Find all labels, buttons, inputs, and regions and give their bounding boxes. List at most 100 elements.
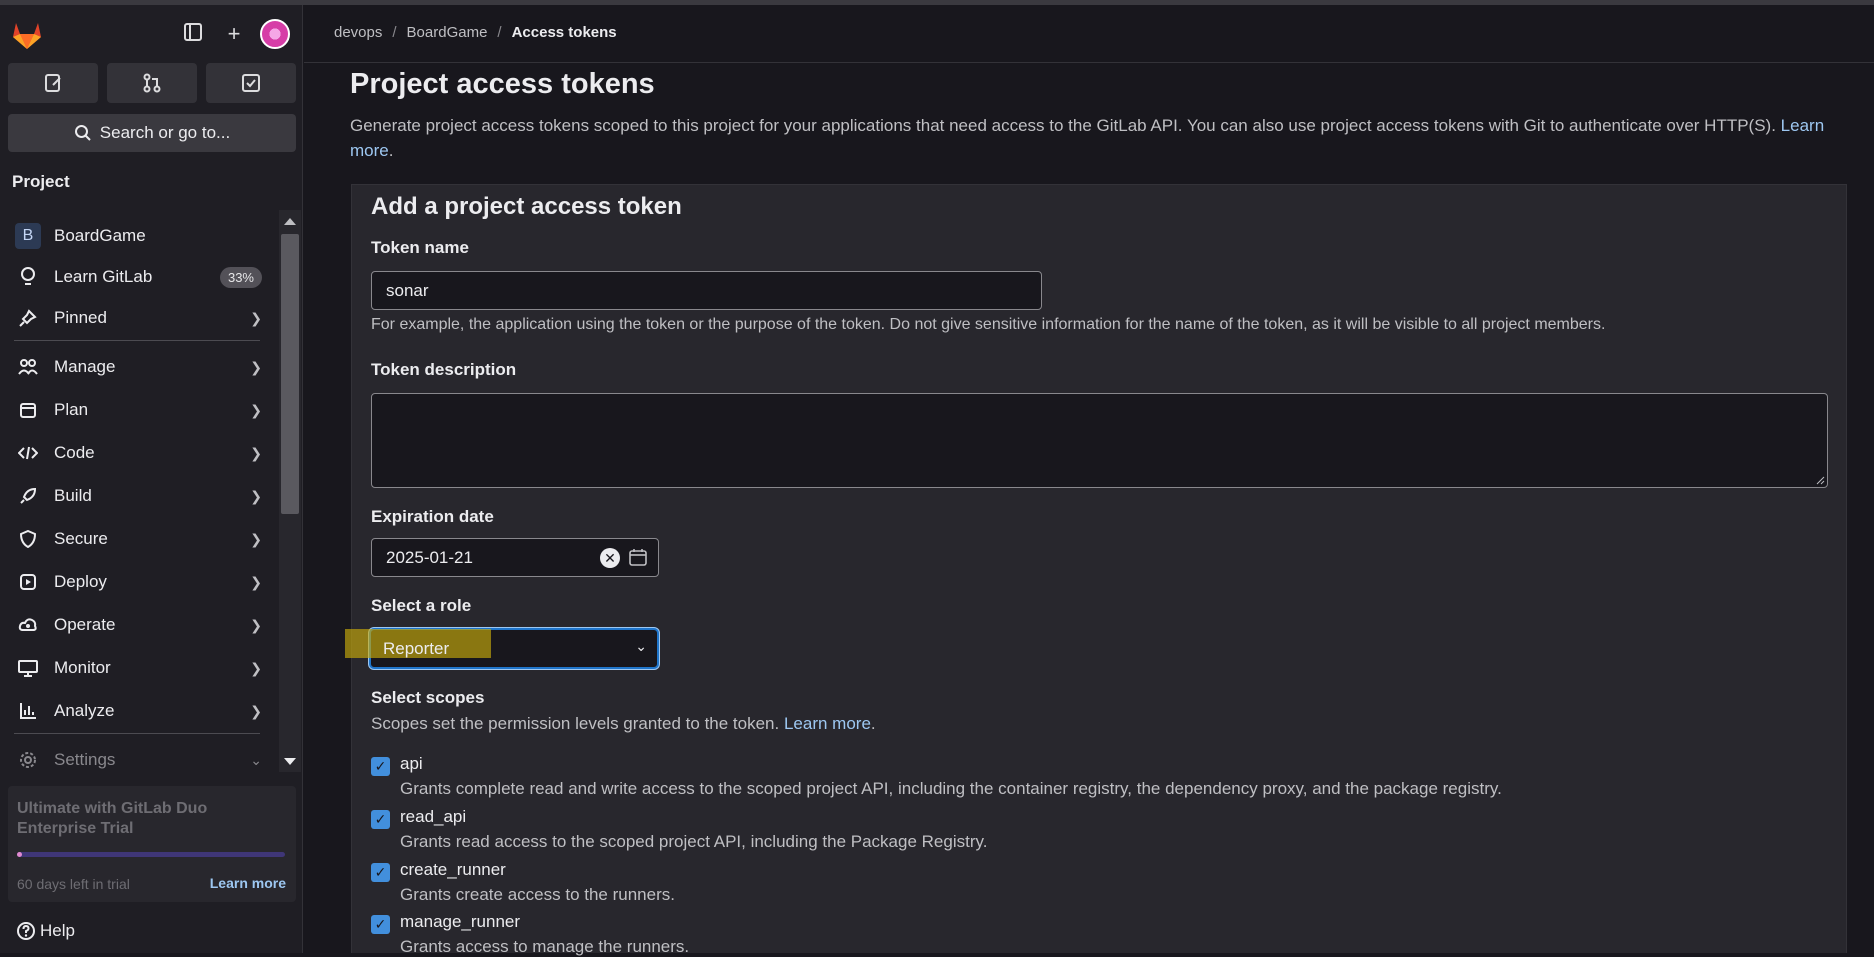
chevron-right-icon: ❯ — [250, 401, 262, 418]
role-select[interactable]: Reporter ⌄ — [345, 628, 659, 669]
sidebar-item-pinned[interactable]: Pinned ❯ — [8, 299, 270, 337]
sidebar-item-plan[interactable]: Plan ❯ — [8, 391, 270, 429]
token-description-label: Token description — [371, 360, 517, 379]
token-name-value: sonar — [386, 280, 429, 300]
scopes-learn-more-link[interactable]: Learn more — [784, 714, 871, 733]
chart-icon — [10, 702, 46, 720]
sidebar-item-boardgame[interactable]: B BoardGame — [8, 217, 270, 255]
pin-icon — [10, 309, 46, 327]
sidebar-item-operate[interactable]: Operate ❯ — [8, 606, 270, 644]
help-button[interactable]: Help — [16, 921, 75, 941]
add-token-form: Add a project access token Token name so… — [345, 184, 1847, 956]
token-name-label: Token name — [371, 238, 469, 257]
rocket-icon — [10, 487, 46, 505]
expiration-date-input[interactable]: 2025-01-21 ✕ — [371, 538, 659, 577]
trial-title: Ultimate with GitLab Duo Enterprise Tria… — [17, 800, 208, 837]
help-icon — [17, 922, 35, 940]
token-description-textarea[interactable] — [371, 393, 1828, 488]
trial-widget[interactable]: Ultimate with GitLab Duo Enterprise Tria… — [8, 786, 296, 902]
merge-request-icon — [143, 73, 161, 93]
scopes-label: Select scopes — [371, 688, 485, 707]
sidebar-item-monitor[interactable]: Monitor ❯ — [8, 649, 270, 687]
issues-icon — [45, 74, 61, 92]
scroll-up-icon[interactable] — [284, 218, 296, 225]
expiration-date-value: 2025-01-21 — [386, 547, 473, 567]
calendar-icon[interactable] — [628, 547, 648, 567]
sidebar-item-code[interactable]: Code ❯ — [8, 434, 270, 472]
issues-button[interactable] — [8, 63, 98, 103]
sidebar-item-manage[interactable]: Manage ❯ — [8, 348, 270, 386]
help-label: Help — [40, 921, 75, 940]
shield-icon — [10, 530, 46, 548]
scroll-down-icon[interactable] — [284, 758, 296, 765]
scope-description: Grants access to manage the runners. — [400, 937, 690, 956]
sidebar-item-label: Analyze — [54, 701, 115, 720]
create-new-icon[interactable]: + — [222, 22, 246, 46]
scope-name: api — [400, 754, 423, 773]
nav-divider — [14, 340, 260, 341]
trial-learn-more-link[interactable]: Learn more — [210, 875, 286, 891]
sidebar-item-build[interactable]: Build ❯ — [8, 477, 270, 515]
sidebar-item-label: Pinned — [54, 308, 107, 327]
token-name-input[interactable]: sonar — [371, 271, 1042, 310]
scope-checkbox[interactable]: ✓ — [371, 863, 390, 882]
chevron-right-icon: ❯ — [250, 702, 262, 719]
scopes-hint-text: Scopes set the permission levels granted… — [371, 714, 780, 733]
chevron-right-icon: ❯ — [250, 573, 262, 590]
sidebar-scrollbar[interactable] — [279, 210, 301, 772]
gitlab-logo-icon[interactable] — [10, 18, 44, 50]
breadcrumb-separator: / — [497, 24, 502, 41]
expiration-date-label: Expiration date — [371, 507, 494, 526]
breadcrumb: devops / BoardGame / Access tokens — [334, 24, 617, 41]
page-title: Project access tokens — [350, 68, 655, 100]
sidebar-item-label: Deploy — [54, 572, 107, 591]
users-icon — [10, 358, 46, 376]
resize-handle-icon[interactable] — [1815, 475, 1825, 485]
nav-divider — [14, 733, 260, 734]
clear-icon[interactable]: ✕ — [600, 548, 620, 568]
merge-requests-button[interactable] — [107, 63, 197, 103]
sidebar-item-label: Code — [54, 443, 95, 462]
code-icon — [10, 445, 46, 461]
scroll-thumb[interactable] — [281, 234, 299, 514]
scope-name: create_runner — [400, 860, 506, 879]
user-avatar[interactable] — [260, 19, 290, 49]
sidebar-item-label: BoardGame — [54, 226, 146, 245]
sidebar-item-analyze[interactable]: Analyze ❯ — [8, 692, 270, 730]
sidebar-item-learn-gitlab[interactable]: Learn GitLab 33% — [8, 258, 270, 296]
header-divider — [304, 62, 1874, 63]
quick-actions — [8, 63, 296, 103]
sidebar-item-secure[interactable]: Secure ❯ — [8, 520, 270, 558]
scope-checkbox[interactable]: ✓ — [371, 757, 390, 776]
breadcrumb-item[interactable]: devops — [334, 24, 382, 41]
search-label: Search or go to... — [99, 123, 231, 142]
page-description: Generate project access tokens scoped to… — [350, 116, 1825, 160]
chevron-right-icon: ❯ — [250, 659, 262, 676]
todo-icon — [242, 74, 260, 92]
breadcrumb-item[interactable]: BoardGame — [407, 24, 488, 41]
sidebar-item-label: Settings — [54, 750, 116, 769]
sidebar-toggle-icon[interactable] — [181, 22, 205, 46]
lightbulb-icon — [10, 267, 46, 287]
scope-name: manage_runner — [400, 912, 521, 931]
chevron-right-icon: ❯ — [250, 444, 262, 461]
scope-name: read_api — [400, 807, 467, 826]
trial-progress-bar — [17, 852, 285, 857]
sidebar-item-label: Build — [54, 486, 92, 505]
scope-description: Grants complete read and write access to… — [400, 779, 1502, 798]
scope-checkbox[interactable]: ✓ — [371, 810, 390, 829]
todos-button[interactable] — [206, 63, 296, 103]
chevron-down-icon: ⌄ — [250, 751, 262, 768]
breadcrumb-current[interactable]: Access tokens — [512, 24, 617, 41]
role-label: Select a role — [371, 596, 472, 615]
sidebar-item-settings[interactable]: Settings ⌄ — [8, 741, 270, 772]
breadcrumb-separator: / — [392, 24, 397, 41]
sidebar-item-deploy[interactable]: Deploy ❯ — [8, 563, 270, 601]
role-value: Reporter — [383, 639, 450, 658]
search-button[interactable]: Search or go to... — [8, 114, 296, 152]
scope-checkbox[interactable]: ✓ — [371, 915, 390, 934]
token-name-hint: For example, the application using the t… — [371, 316, 1606, 333]
trial-progress-fill — [17, 852, 23, 857]
sidebar-item-label: Learn GitLab — [54, 267, 153, 286]
chevron-down-icon: ⌄ — [635, 638, 647, 654]
